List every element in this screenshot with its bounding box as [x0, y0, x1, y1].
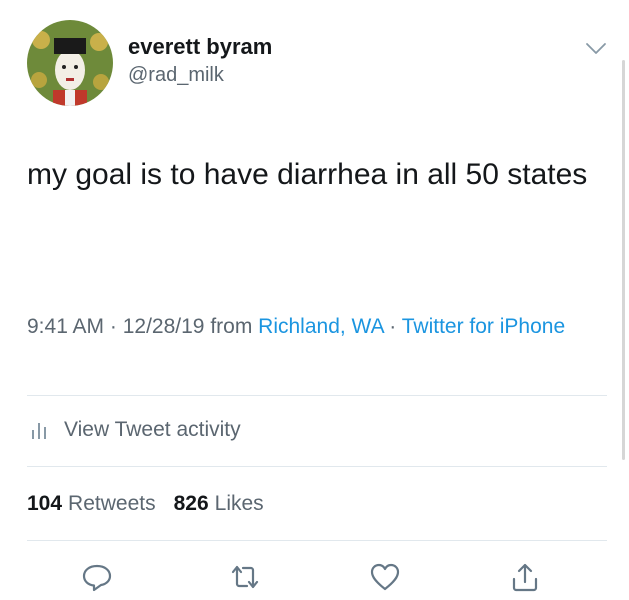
- divider: [27, 466, 607, 467]
- retweet-icon: [231, 565, 259, 589]
- likes-stat[interactable]: 826 Likes: [174, 492, 264, 516]
- tweet-meta: 9:41 AM · 12/28/19 from Richland, WA · T…: [27, 310, 607, 344]
- tweet-source-link[interactable]: Twitter for iPhone: [402, 315, 565, 338]
- chevron-down-icon[interactable]: [585, 42, 607, 56]
- divider: [27, 395, 607, 396]
- tweet-card: everett byram @rad_milk my goal is to ha…: [0, 0, 629, 600]
- bar-chart-icon: [32, 423, 46, 439]
- avatar[interactable]: [27, 20, 113, 106]
- share-icon: [512, 563, 538, 592]
- author-handle[interactable]: @rad_milk: [128, 62, 272, 88]
- retweet-button[interactable]: [228, 560, 262, 594]
- author-display-name[interactable]: everett byram: [128, 34, 272, 60]
- tweet-time[interactable]: 9:41 AM: [27, 315, 104, 338]
- reply-icon: [82, 564, 112, 592]
- likes-count: 826: [173, 492, 209, 515]
- view-activity-button[interactable]: View Tweet activity: [27, 412, 241, 448]
- retweets-count: 104: [27, 492, 63, 515]
- reply-button[interactable]: [80, 560, 114, 594]
- author-names: everett byram @rad_milk: [128, 34, 272, 88]
- view-activity-label: View Tweet activity: [64, 418, 241, 441]
- heart-icon: [370, 563, 400, 591]
- scrollbar[interactable]: [622, 60, 625, 460]
- tweet-stats: 104 Retweets 826 Likes: [27, 487, 264, 521]
- meta-from-label: from: [204, 315, 259, 338]
- divider: [27, 540, 607, 541]
- meta-separator: ·: [383, 315, 402, 338]
- tweet-header: everett byram @rad_milk: [27, 20, 607, 110]
- tweet-text: my goal is to have diarrhea in all 50 st…: [27, 158, 588, 191]
- like-button[interactable]: [368, 560, 402, 594]
- retweets-stat[interactable]: 104 Retweets: [27, 492, 156, 516]
- likes-label: Likes: [214, 492, 264, 515]
- avatar-image: [27, 20, 113, 106]
- retweets-label: Retweets: [68, 492, 156, 515]
- meta-separator: ·: [104, 315, 123, 338]
- tweet-actions: [0, 558, 629, 598]
- tweet-location-link[interactable]: Richland, WA: [258, 315, 383, 338]
- tweet-date[interactable]: 12/28/19: [123, 315, 205, 338]
- share-button[interactable]: [508, 560, 542, 594]
